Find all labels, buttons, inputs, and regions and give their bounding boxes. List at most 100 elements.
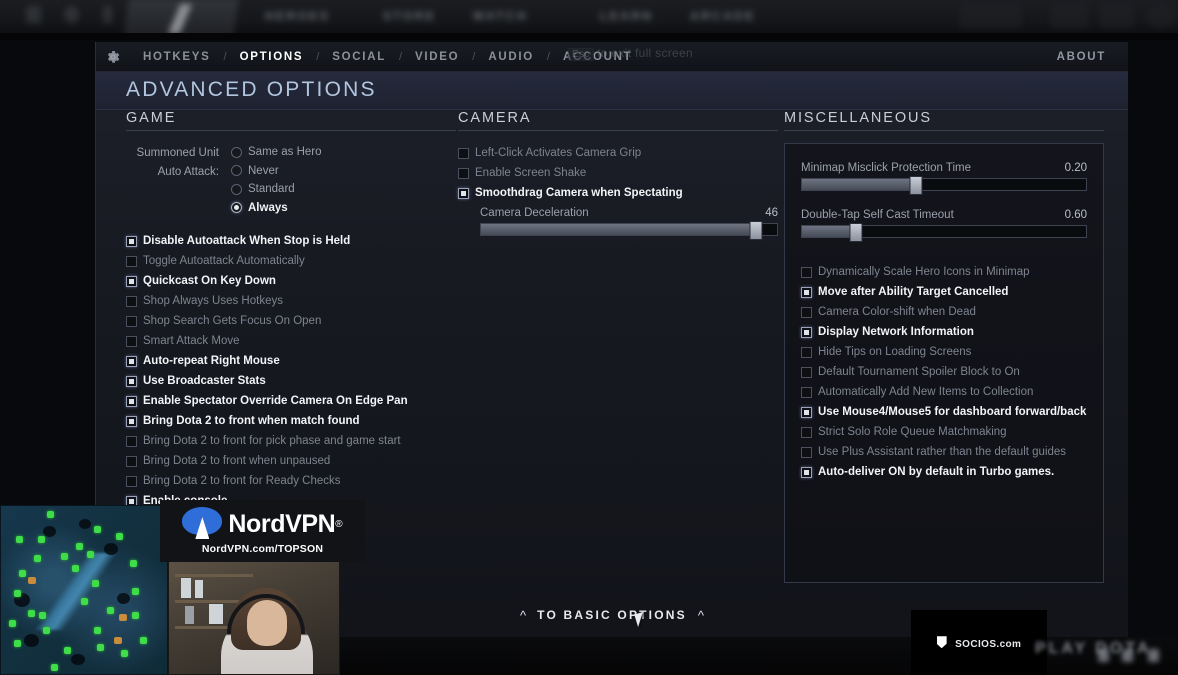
checkbox-label: Shop Always Uses Hotkeys <box>143 295 283 307</box>
slider-knob[interactable] <box>749 221 763 240</box>
shelf <box>175 574 253 577</box>
radio-dot-icon <box>231 146 242 158</box>
hud-menu-store[interactable]: STORE <box>383 9 436 23</box>
slider-label: Double-Tap Self Cast Timeout <box>801 209 954 221</box>
checkbox-move-after-ability-target-cancelled[interactable]: Move after Ability Target Cancelled <box>801 282 1087 302</box>
checkbox-camera-color-shift-when-dead[interactable]: Camera Color-shift when Dead <box>801 302 1087 322</box>
tab-about[interactable]: ABOUT <box>1057 51 1128 63</box>
slider-value: 0.60 <box>1064 209 1087 221</box>
slider-header: Camera Deceleration 46 <box>480 207 778 219</box>
checkbox-icon <box>801 286 812 298</box>
slider-track[interactable] <box>801 223 1087 242</box>
summoned-unit-radio-list: Same as Hero Never Standard Always <box>231 143 456 217</box>
checkbox-bring-dota-2-to-front-when-unpaused[interactable]: Bring Dota 2 to front when unpaused <box>126 451 456 471</box>
radio-standard[interactable]: Standard <box>231 180 456 199</box>
checkbox-default-tournament-spoiler-block-to-on[interactable]: Default Tournament Spoiler Block to On <box>801 362 1087 382</box>
checkbox-label: Smart Attack Move <box>143 335 240 347</box>
checkbox-hide-tips-on-loading-screens[interactable]: Hide Tips on Loading Screens <box>801 342 1087 362</box>
checkbox-label: Display Network Information <box>818 326 974 338</box>
tab-account[interactable]: ACCOUNT <box>550 51 645 63</box>
slider-track[interactable] <box>480 221 778 240</box>
section-title-game: GAME <box>126 110 456 131</box>
hud-menu-arcade[interactable]: ARCADE <box>690 9 756 23</box>
checkbox-disable-autoattack-when-stop-is-held[interactable]: Disable Autoattack When Stop is Held <box>126 231 456 251</box>
checkbox-smoothdrag-camera-when-spectating[interactable]: Smoothdrag Camera when Spectating <box>458 183 778 203</box>
checkbox-use-plus-assistant-rather-than-the-default-guides[interactable]: Use Plus Assistant rather than the defau… <box>801 442 1087 462</box>
slider-track[interactable] <box>801 176 1087 195</box>
checkbox-display-network-information[interactable]: Display Network Information <box>801 322 1087 342</box>
tab-audio[interactable]: AUDIO <box>475 51 547 63</box>
hud-notifications-chip[interactable] <box>1100 4 1134 28</box>
nordvpn-logo-row: NordVPN ® <box>182 507 343 541</box>
minimap-terrain <box>24 633 40 647</box>
checkbox-strict-solo-role-queue-matchmaking[interactable]: Strict Solo Role Queue Matchmaking <box>801 422 1087 442</box>
checkbox-bring-dota-2-to-front-for-ready-checks[interactable]: Bring Dota 2 to front for Ready Checks <box>126 471 456 491</box>
checkbox-bring-dota-2-to-front-for-pick-phase-and-game-start[interactable]: Bring Dota 2 to front for pick phase and… <box>126 431 456 451</box>
dota-hud-topbar: HEROES STORE WATCH LEARN ARCADE <box>0 0 1178 40</box>
checkbox-label: Automatically Add New Items to Collectio… <box>818 386 1034 398</box>
radio-never[interactable]: Never <box>231 162 456 181</box>
summoned-unit-label-line2: Auto Attack: <box>157 165 219 178</box>
checkbox-smart-attack-move[interactable]: Smart Attack Move <box>126 331 456 351</box>
checkbox-quickcast-on-key-down[interactable]: Quickcast On Key Down <box>126 271 456 291</box>
checkbox-icon <box>458 187 469 199</box>
checkbox-label: Bring Dota 2 to front for Ready Checks <box>143 475 341 487</box>
slider-camera-deceleration[interactable]: Camera Deceleration 46 <box>480 207 778 240</box>
minimap-terrain <box>42 526 56 538</box>
minimap-terrain <box>79 519 92 530</box>
gear-icon[interactable] <box>96 49 130 65</box>
hud-menu-learn[interactable]: LEARN <box>600 9 653 23</box>
minimap-building <box>27 576 36 584</box>
checkbox-label: Smoothdrag Camera when Spectating <box>475 187 683 199</box>
hud-currency-chip[interactable] <box>960 4 1022 28</box>
checkbox-bring-dota-2-to-front-when-match-found[interactable]: Bring Dota 2 to front when match found <box>126 411 456 431</box>
slider-minimap-misclick-protection-time[interactable]: Minimap Misclick Protection Time 0.20 <box>801 162 1087 195</box>
tab-video[interactable]: VIDEO <box>402 51 472 63</box>
shelf-item <box>209 604 223 624</box>
minimap-building <box>118 613 127 621</box>
checkbox-auto-deliver-on-by-default-in-turbo-games[interactable]: Auto-deliver ON by default in Turbo game… <box>801 462 1087 482</box>
checkbox-icon <box>126 315 137 327</box>
checkbox-toggle-autoattack-automatically[interactable]: Toggle Autoattack Automatically <box>126 251 456 271</box>
slider-fill <box>802 226 856 237</box>
checkbox-automatically-add-new-items-to-collection[interactable]: Automatically Add New Items to Collectio… <box>801 382 1087 402</box>
checkbox-left-click-activates-camera-grip[interactable]: Left-Click Activates Camera Grip <box>458 143 778 163</box>
checkbox-shop-always-uses-hotkeys[interactable]: Shop Always Uses Hotkeys <box>126 291 456 311</box>
checkbox-icon <box>126 395 137 407</box>
minimap-terrain <box>103 542 118 555</box>
checkbox-label: Auto-repeat Right Mouse <box>143 355 280 367</box>
checkbox-auto-repeat-right-mouse[interactable]: Auto-repeat Right Mouse <box>126 351 456 371</box>
checkbox-shop-search-gets-focus-on-open[interactable]: Shop Search Gets Focus On Open <box>126 311 456 331</box>
checkbox-use-mouse4-mouse5-for-dashboard-forward-back[interactable]: Use Mouse4/Mouse5 for dashboard forward/… <box>801 402 1087 422</box>
tab-social[interactable]: SOCIAL <box>319 51 399 63</box>
tab-hotkeys[interactable]: HOTKEYS <box>130 51 224 63</box>
socios-label: SOCIOS.com <box>955 638 1022 650</box>
checkbox-label: Enable Spectator Override Camera On Edge… <box>143 395 408 407</box>
hud-avatar[interactable] <box>1146 4 1176 28</box>
checkbox-icon <box>801 366 812 378</box>
checkbox-dynamically-scale-hero-icons-in-minimap[interactable]: Dynamically Scale Hero Icons in Minimap <box>801 262 1087 282</box>
checkbox-label: Camera Color-shift when Dead <box>818 306 976 318</box>
checkbox-enable-screen-shake[interactable]: Enable Screen Shake <box>458 163 778 183</box>
slider-knob[interactable] <box>849 223 863 242</box>
checkbox-label: Use Plus Assistant rather than the defau… <box>818 446 1067 458</box>
tab-options[interactable]: OPTIONS <box>227 51 317 63</box>
hud-icon-1 <box>26 6 41 23</box>
webcam-overlay <box>168 555 340 675</box>
checkbox-use-broadcaster-stats[interactable]: Use Broadcaster Stats <box>126 371 456 391</box>
hud-menu-watch[interactable]: WATCH <box>473 9 528 23</box>
slider-double-tap-self-cast-timeout[interactable]: Double-Tap Self Cast Timeout 0.60 <box>801 209 1087 242</box>
chevron-up-right-icon: ^ <box>697 607 704 623</box>
minimap-terrain <box>70 653 85 665</box>
radio-same-as-hero[interactable]: Same as Hero <box>231 143 456 162</box>
checkbox-enable-spectator-override-camera-on-edge-pan[interactable]: Enable Spectator Override Camera On Edge… <box>126 391 456 411</box>
radio-always[interactable]: Always <box>231 199 456 218</box>
checkbox-label: Bring Dota 2 to front when match found <box>143 415 360 427</box>
dota-minimap-overlay[interactable] <box>0 505 168 675</box>
hud-profile-chip[interactable] <box>1050 4 1088 28</box>
checkbox-label: Move after Ability Target Cancelled <box>818 286 1009 298</box>
hud-menu-heroes[interactable]: HEROES <box>265 9 330 23</box>
play-dota-button[interactable]: PLAY DOTA <box>1035 640 1178 675</box>
slider-knob[interactable] <box>909 176 923 195</box>
